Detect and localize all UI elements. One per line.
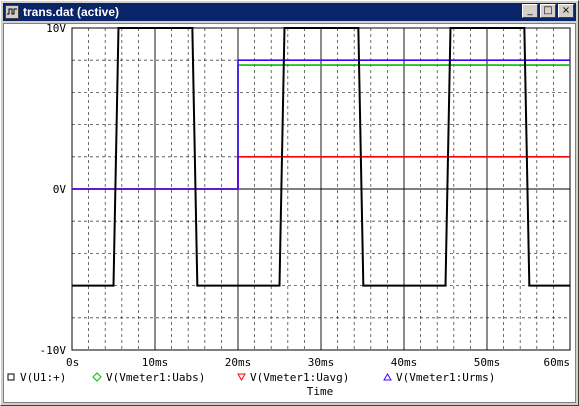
y-tick-label: -10V <box>40 344 67 357</box>
legend-marker-diamond <box>92 372 102 382</box>
minimize-button[interactable]: _ <box>522 4 538 18</box>
plot-window: trans.dat (active) _ □ × 0s 10ms 20ms 30ms 4… <box>0 0 579 406</box>
close-icon: × <box>561 5 571 16</box>
restore-button[interactable]: □ <box>540 4 556 18</box>
probe-app-icon[interactable] <box>5 5 19 19</box>
x-tick-label: 30ms <box>308 356 335 369</box>
legend-marker-triangle-up <box>383 373 392 381</box>
x-axis-label: Time <box>307 385 334 398</box>
y-tick-label: 10V <box>46 24 66 35</box>
x-tick-label: 60ms <box>544 356 571 369</box>
x-tick-label: 20ms <box>225 356 252 369</box>
x-tick-label: 0s <box>66 356 79 369</box>
legend-marker-triangle-down <box>237 373 246 381</box>
legend-marker-square <box>7 373 15 381</box>
chart-svg[interactable]: 0s 10ms 20ms 30ms 40ms 50ms 60ms 10V 0V -10V V(U1:… <box>4 22 575 402</box>
close-button[interactable]: × <box>558 4 574 18</box>
legend-label: V(Vmeter1:Uabs) <box>106 371 205 384</box>
restore-icon: □ <box>543 5 553 16</box>
legend-label: V(Vmeter1:Urms) <box>396 371 495 384</box>
legend-label: V(Vmeter1:Uavg) <box>250 371 349 384</box>
y-tick-label: 0V <box>53 183 67 196</box>
x-tick-label: 50ms <box>474 356 501 369</box>
x-tick-label: 10ms <box>142 356 169 369</box>
title-bar[interactable]: trans.dat (active) _ □ × <box>3 3 576 21</box>
minimize-icon: _ <box>527 5 533 16</box>
plot-area[interactable]: 0s 10ms 20ms 30ms 40ms 50ms 60ms 10V 0V -10V V(U1:… <box>3 22 576 403</box>
waveform-icon <box>7 8 17 15</box>
window-title: trans.dat (active) <box>23 5 120 19</box>
legend-label: V(U1:+) <box>20 371 66 384</box>
x-tick-label: 40ms <box>391 356 418 369</box>
